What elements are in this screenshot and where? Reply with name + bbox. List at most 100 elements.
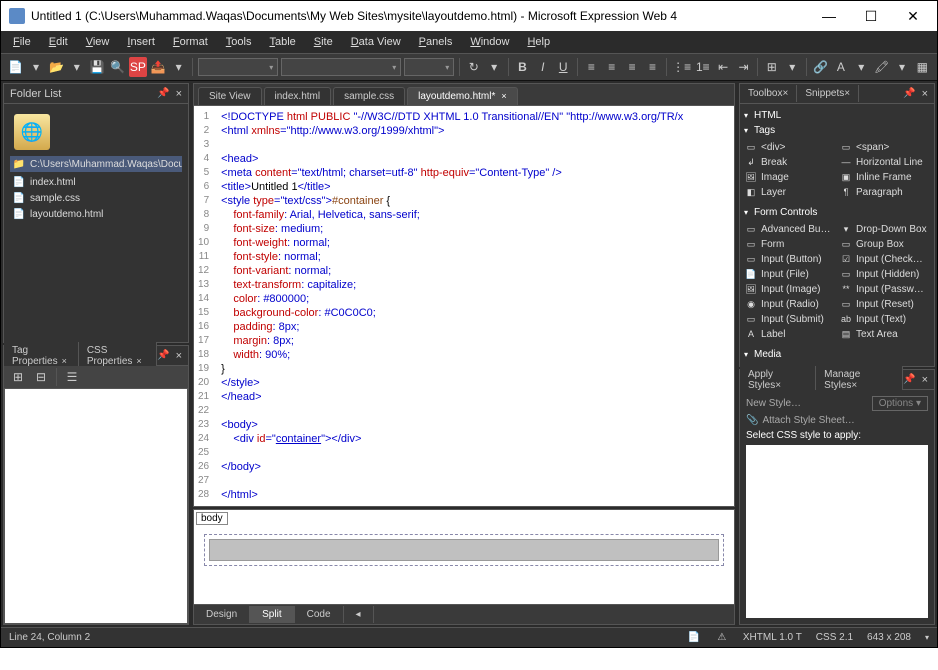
toolbox-item[interactable]: ☑Input (Check… [839, 252, 930, 266]
toolbox-item[interactable]: ▭Form [744, 237, 835, 251]
folder-root[interactable]: 📁C:\Users\Muhammad.Waqas\Documents\M [10, 156, 182, 172]
new-style-link[interactable]: New Style… [746, 398, 801, 409]
menu-edit[interactable]: Edit [41, 34, 76, 50]
toolbox-item[interactable]: 📄Input (File) [744, 267, 835, 281]
close-icon[interactable]: × [851, 380, 857, 391]
maximize-button[interactable]: ☐ [859, 6, 883, 26]
toolbox-item[interactable]: ◉Input (Radio) [744, 297, 835, 311]
style-combo[interactable]: ▾ [198, 58, 278, 76]
arrow-down-icon[interactable]: ▾ [170, 57, 187, 77]
numbering-icon[interactable]: 1≡ [694, 57, 711, 77]
toolbox-section-html[interactable]: HTML [744, 108, 930, 123]
toolbox-item[interactable]: ↲Break [744, 155, 835, 169]
align-center-icon[interactable]: ≡ [603, 57, 620, 77]
file-item[interactable]: 📄layoutdemo.html [10, 206, 182, 222]
new-icon[interactable]: 📄 [7, 57, 24, 77]
tab-toolbox[interactable]: Toolbox× [740, 85, 797, 102]
file-item[interactable]: 📄sample.css [10, 190, 182, 206]
toolbox-item[interactable]: ▭Group Box [839, 237, 930, 251]
menu-help[interactable]: Help [519, 34, 558, 50]
toolbox-item[interactable]: ALabel [744, 327, 835, 341]
toolbox-section[interactable]: Form Controls [744, 205, 930, 220]
align-justify-icon[interactable]: ≡ [644, 57, 661, 77]
arrow-down-icon[interactable]: ▾ [68, 57, 85, 77]
toolbox-item[interactable]: ¶Paragraph [839, 185, 930, 199]
tab-document[interactable]: sample.css [333, 87, 405, 105]
refresh-icon[interactable]: ↻ [465, 57, 482, 77]
menu-view[interactable]: View [78, 34, 118, 50]
pin-icon[interactable]: 📌 [903, 88, 915, 99]
menu-site[interactable]: Site [306, 34, 341, 50]
toolbox-item[interactable]: ▭Advanced Bu… [744, 222, 835, 236]
tab-site-view[interactable]: Site View [198, 87, 262, 105]
menu-file[interactable]: File [5, 34, 39, 50]
toolbox-item[interactable]: ▤Text Area [839, 327, 930, 341]
align-left-icon[interactable]: ≡ [583, 57, 600, 77]
close-icon[interactable]: × [922, 374, 928, 386]
font-combo[interactable]: ▾ [281, 58, 401, 76]
toolbox-item[interactable]: ▭Input (Button) [744, 252, 835, 266]
bold-icon[interactable]: B [514, 57, 531, 77]
prop-sort-icon[interactable]: ⊞ [8, 367, 28, 387]
view-tab-design[interactable]: Design [194, 606, 250, 623]
tab-document[interactable]: layoutdemo.html*× [407, 87, 518, 105]
prop-filter-icon[interactable]: ☰ [62, 367, 82, 387]
toolbox-item[interactable]: **Input (Passw… [839, 282, 930, 296]
view-tab-split[interactable]: Split [250, 606, 294, 623]
site-folder-icon[interactable]: 🌐 [14, 114, 50, 150]
toolbox-item[interactable]: ▭<div> [744, 140, 835, 154]
close-icon[interactable]: × [176, 88, 182, 100]
prop-sort-icon[interactable]: ⊟ [31, 367, 51, 387]
close-icon[interactable]: × [922, 88, 928, 100]
view-tab-code[interactable]: Code [295, 606, 344, 623]
borders-icon[interactable]: ⊞ [763, 57, 780, 77]
toolbox-item[interactable]: ▭Input (Reset) [839, 297, 930, 311]
tab-document[interactable]: index.html [264, 87, 332, 105]
status-doctype[interactable]: XHTML 1.0 T [743, 632, 802, 643]
highlight-icon[interactable]: 🖍 [873, 57, 890, 77]
arrow-down-icon[interactable]: ▾ [853, 57, 870, 77]
toolbox-item[interactable]: ▾Drop-Down Box [839, 222, 930, 236]
options-button[interactable]: Options ▾ [872, 396, 928, 411]
minimize-button[interactable]: — [817, 6, 841, 26]
superpreview-icon[interactable]: SP [129, 57, 146, 77]
close-icon[interactable]: × [136, 356, 141, 366]
toolbox-item[interactable]: ▣Inline Frame [839, 170, 930, 184]
menu-format[interactable]: Format [165, 34, 216, 50]
pin-icon[interactable]: 📌 [903, 374, 915, 385]
toolbox-item[interactable]: —Horizontal Line [839, 155, 930, 169]
file-item[interactable]: 📄index.html [10, 174, 182, 190]
close-icon[interactable]: × [775, 380, 781, 391]
status-css[interactable]: CSS 2.1 [816, 632, 853, 643]
toolbox-item[interactable]: ▭Input (Submit) [744, 312, 835, 326]
arrow-down-icon[interactable]: ▾ [784, 57, 801, 77]
arrow-down-icon[interactable]: ▾ [27, 57, 44, 77]
table-icon[interactable]: ▦ [914, 57, 931, 77]
pin-icon[interactable]: 📌 [157, 88, 169, 99]
toolbox-item[interactable]: 🖼Image [744, 170, 835, 184]
toolbox-item[interactable]: ◧Layer [744, 185, 835, 199]
menu-table[interactable]: Table [261, 34, 303, 50]
close-icon[interactable]: × [501, 91, 506, 101]
align-right-icon[interactable]: ≡ [624, 57, 641, 77]
publish-icon[interactable]: 📤 [150, 57, 167, 77]
toolbox-section-media[interactable]: Media [744, 347, 930, 362]
menu-window[interactable]: Window [462, 34, 517, 50]
fontcolor-icon[interactable]: A [832, 57, 849, 77]
hyperlink-icon[interactable]: 🔗 [812, 57, 829, 77]
preview-container-box[interactable] [209, 539, 719, 561]
arrow-down-icon[interactable]: ▾ [486, 57, 503, 77]
code-content[interactable]: <!DOCTYPE html PUBLIC "-//W3C//DTD XHTML… [215, 106, 734, 506]
italic-icon[interactable]: I [534, 57, 551, 77]
toolbox-section[interactable]: Tags [744, 123, 930, 138]
menu-tools[interactable]: Tools [218, 34, 260, 50]
close-icon[interactable]: × [176, 350, 182, 362]
menu-panels[interactable]: Panels [411, 34, 461, 50]
preview-container-outline[interactable] [204, 534, 724, 566]
styles-list[interactable] [746, 445, 928, 618]
save-icon[interactable]: 💾 [89, 57, 106, 77]
open-icon[interactable]: 📂 [48, 57, 65, 77]
toolbox-item[interactable]: ▭Input (Hidden) [839, 267, 930, 281]
status-schema-icon[interactable]: 📄 [687, 631, 701, 645]
menu-data-view[interactable]: Data View [343, 34, 409, 50]
